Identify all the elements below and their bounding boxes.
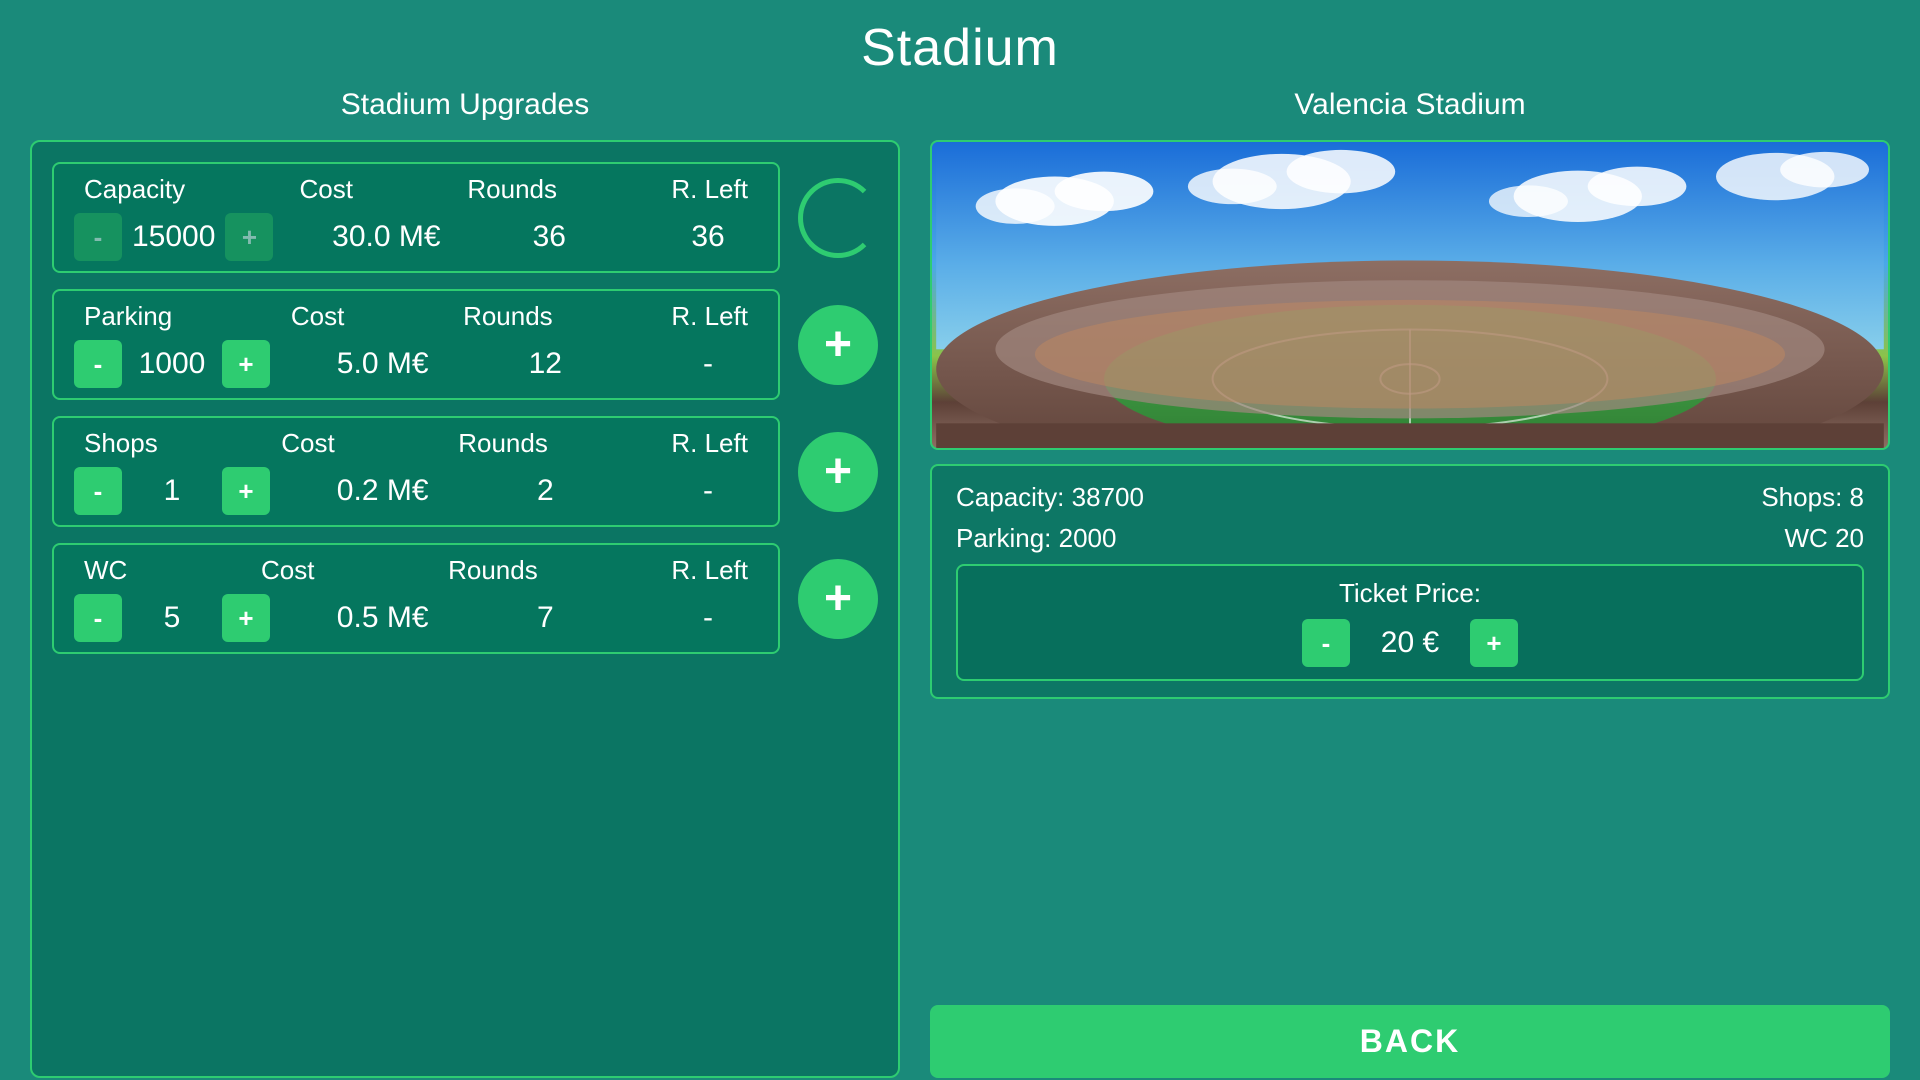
parking-stepper: - 1000 + bbox=[74, 340, 270, 388]
wc-rounds-label: Rounds bbox=[448, 555, 538, 586]
capacity-rounds: 36 bbox=[499, 220, 599, 254]
capacity-action-button[interactable] bbox=[798, 178, 878, 258]
shops-stat-label: Shops: 8 bbox=[1761, 482, 1864, 513]
capacity-rleft: 36 bbox=[658, 220, 758, 254]
wc-header: WC Cost Rounds R. Left bbox=[74, 555, 758, 586]
capacity-header: Capacity Cost Rounds R. Left bbox=[74, 174, 758, 205]
shops-row-wrapper: Shops Cost Rounds R. Left - 1 + 0.2 M€ 2 bbox=[52, 416, 878, 527]
capacity-values: - 15000 + 30.0 M€ 36 36 bbox=[74, 213, 758, 261]
shops-value: 1 bbox=[132, 474, 212, 508]
ticket-plus-button[interactable]: + bbox=[1470, 619, 1518, 667]
capacity-value: 15000 bbox=[132, 220, 215, 254]
capacity-minus-button[interactable]: - bbox=[74, 213, 122, 261]
parking-cost-label: Cost bbox=[291, 301, 344, 332]
shops-plus-button[interactable]: + bbox=[222, 467, 270, 515]
stadium-stats-box: Capacity: 38700 Shops: 8 Parking: 2000 W… bbox=[930, 464, 1890, 699]
parking-stat-label: Parking: 2000 bbox=[956, 523, 1116, 554]
wc-stat-value: 20 bbox=[1835, 523, 1864, 553]
parking-rleft: - bbox=[658, 347, 758, 381]
wc-values: - 5 + 0.5 M€ 7 - bbox=[74, 594, 758, 642]
capacity-stepper: - 15000 + bbox=[74, 213, 273, 261]
wc-cost: 0.5 M€ bbox=[333, 601, 433, 635]
shops-rounds: 2 bbox=[495, 474, 595, 508]
shops-minus-button[interactable]: - bbox=[74, 467, 122, 515]
ticket-minus-button[interactable]: - bbox=[1302, 619, 1350, 667]
shops-values: - 1 + 0.2 M€ 2 - bbox=[74, 467, 758, 515]
wc-label: WC bbox=[84, 555, 127, 586]
right-panel: Valencia Stadium bbox=[930, 88, 1890, 1078]
wc-cost-label: Cost bbox=[261, 555, 314, 586]
parking-value: 1000 bbox=[132, 347, 212, 381]
parking-action-button[interactable]: + bbox=[798, 305, 878, 385]
wc-plus-button[interactable]: + bbox=[222, 594, 270, 642]
stadium-illustration bbox=[932, 142, 1888, 448]
ticket-price-label: Ticket Price: bbox=[978, 578, 1842, 609]
wc-row-wrapper: WC Cost Rounds R. Left - 5 + 0.5 M€ 7 bbox=[52, 543, 878, 654]
parking-plus-button[interactable]: + bbox=[222, 340, 270, 388]
parking-cost: 5.0 M€ bbox=[333, 347, 433, 381]
capacity-stat-label: Capacity: 38700 bbox=[956, 482, 1144, 513]
shops-cost: 0.2 M€ bbox=[333, 474, 433, 508]
capacity-stat-value: 38700 bbox=[1072, 482, 1144, 512]
wc-value: 5 bbox=[132, 601, 212, 635]
shops-card: Shops Cost Rounds R. Left - 1 + 0.2 M€ 2 bbox=[52, 416, 780, 527]
ticket-value: 20 € bbox=[1370, 626, 1450, 660]
capacity-label: Capacity bbox=[84, 174, 185, 205]
stats-row-2: Parking: 2000 WC 20 bbox=[956, 523, 1864, 554]
capacity-rleft-label: R. Left bbox=[671, 174, 748, 205]
capacity-card: Capacity Cost Rounds R. Left - 15000 + 3… bbox=[52, 162, 780, 273]
parking-rleft-label: R. Left bbox=[671, 301, 748, 332]
shops-stat-value: 8 bbox=[1850, 482, 1864, 512]
parking-stat-value: 2000 bbox=[1059, 523, 1117, 553]
wc-action-button[interactable]: + bbox=[798, 559, 878, 639]
wc-stat: WC 20 bbox=[1785, 523, 1864, 554]
left-panel: Stadium Upgrades Capacity Cost Rounds R.… bbox=[30, 88, 900, 1078]
stadium-image bbox=[930, 140, 1890, 450]
parking-minus-button[interactable]: - bbox=[74, 340, 122, 388]
parking-rounds: 12 bbox=[495, 347, 595, 381]
capacity-rounds-label: Rounds bbox=[467, 174, 557, 205]
shops-label: Shops bbox=[84, 428, 158, 459]
parking-values: - 1000 + 5.0 M€ 12 - bbox=[74, 340, 758, 388]
shops-cost-label: Cost bbox=[281, 428, 334, 459]
stats-row-1: Capacity: 38700 Shops: 8 bbox=[956, 482, 1864, 513]
capacity-row-wrapper: Capacity Cost Rounds R. Left - 15000 + 3… bbox=[52, 162, 878, 273]
wc-rleft-label: R. Left bbox=[671, 555, 748, 586]
stadium-name: Valencia Stadium bbox=[930, 88, 1890, 122]
ticket-stepper: - 20 € + bbox=[978, 619, 1842, 667]
capacity-plus-button[interactable]: + bbox=[225, 213, 273, 261]
wc-rounds: 7 bbox=[495, 601, 595, 635]
wc-stepper: - 5 + bbox=[74, 594, 270, 642]
shops-rleft: - bbox=[658, 474, 758, 508]
upgrades-container: Capacity Cost Rounds R. Left - 15000 + 3… bbox=[30, 140, 900, 1078]
parking-card: Parking Cost Rounds R. Left - 1000 + 5.0… bbox=[52, 289, 780, 400]
shops-rounds-label: Rounds bbox=[458, 428, 548, 459]
parking-row-wrapper: Parking Cost Rounds R. Left - 1000 + 5.0… bbox=[52, 289, 878, 400]
shops-rleft-label: R. Left bbox=[671, 428, 748, 459]
capacity-cost: 30.0 M€ bbox=[332, 220, 440, 254]
wc-card: WC Cost Rounds R. Left - 5 + 0.5 M€ 7 bbox=[52, 543, 780, 654]
wc-rleft: - bbox=[658, 601, 758, 635]
ticket-price-box: Ticket Price: - 20 € + bbox=[956, 564, 1864, 681]
shops-stepper: - 1 + bbox=[74, 467, 270, 515]
shops-header: Shops Cost Rounds R. Left bbox=[74, 428, 758, 459]
upgrades-section-title: Stadium Upgrades bbox=[30, 88, 900, 122]
parking-label: Parking bbox=[84, 301, 172, 332]
back-button[interactable]: BACK bbox=[930, 1005, 1890, 1078]
wc-minus-button[interactable]: - bbox=[74, 594, 122, 642]
page-title: Stadium bbox=[0, 0, 1920, 88]
capacity-cost-label: Cost bbox=[300, 174, 353, 205]
parking-rounds-label: Rounds bbox=[463, 301, 553, 332]
parking-header: Parking Cost Rounds R. Left bbox=[74, 301, 758, 332]
shops-action-button[interactable]: + bbox=[798, 432, 878, 512]
